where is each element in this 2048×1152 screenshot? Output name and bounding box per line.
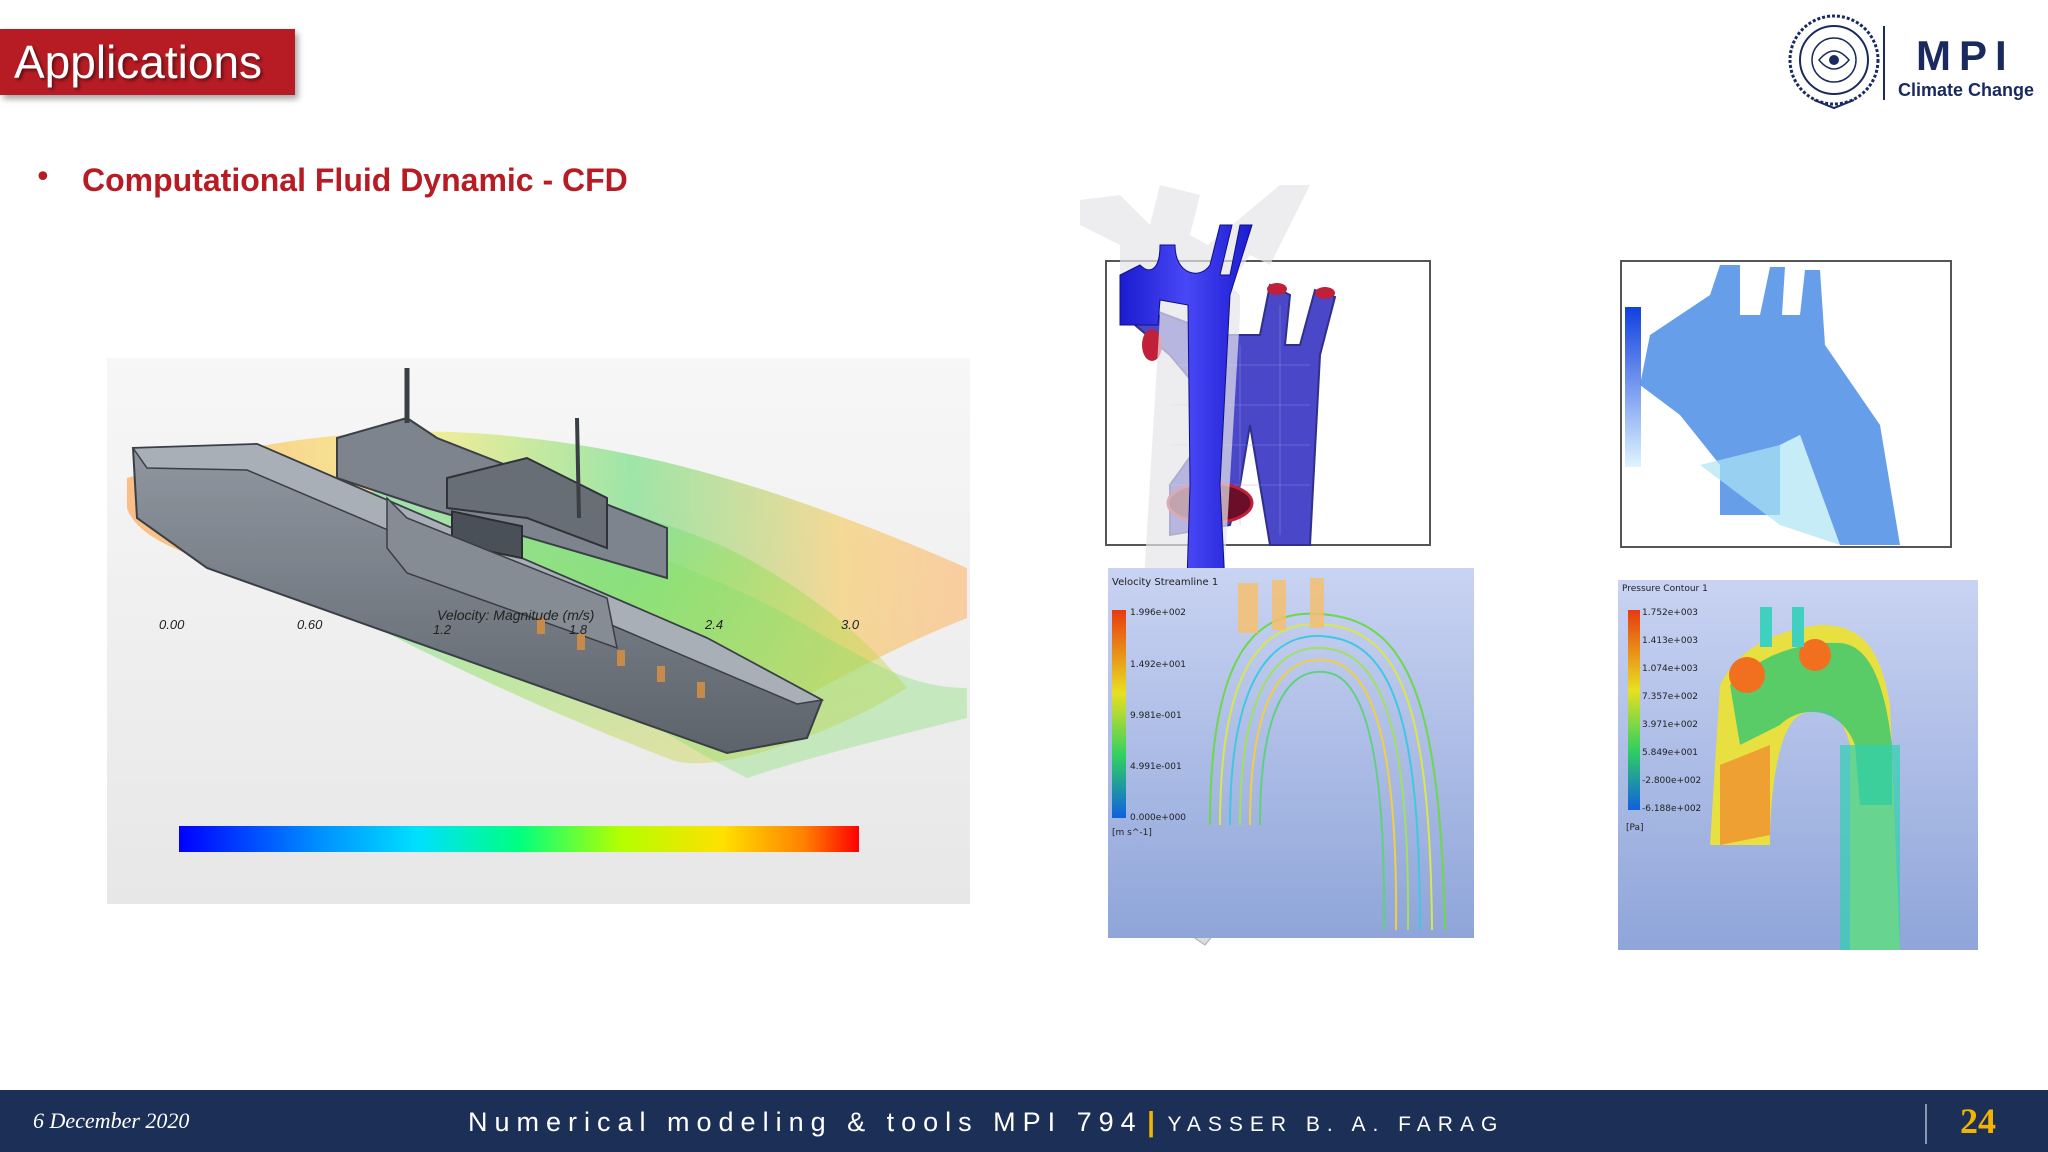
pressure-tick-3: 7.357e+002 bbox=[1642, 692, 1698, 702]
footer-separator: | bbox=[1147, 1106, 1155, 1137]
velocity-tick-1: 1.492e+001 bbox=[1130, 660, 1186, 670]
footer-bar: 6 December 2020 Numerical modeling & too… bbox=[0, 1090, 2048, 1152]
ship-tick-5: 3.0 bbox=[841, 617, 860, 632]
bullet-marker: • bbox=[34, 160, 52, 195]
pressure-tick-2: 1.074e+003 bbox=[1642, 664, 1698, 674]
pressure-tick-1: 1.413e+003 bbox=[1642, 636, 1698, 646]
emblem-seal-icon bbox=[1788, 14, 1880, 110]
ship-cfd-figure: Velocity: Magnitude (m/s) 0.00 0.60 1.2 … bbox=[107, 358, 970, 904]
pressure-tick-7: -6.188e+002 bbox=[1642, 804, 1701, 814]
footer-course: Numerical modeling & tools MPI 794 bbox=[468, 1107, 1143, 1137]
logo-mpi-text: MPI bbox=[1916, 32, 2015, 79]
pressure-legend-title: Pressure Contour 1 bbox=[1622, 584, 1708, 594]
vessel-cfd-figure: Velocity Streamline 1 1.996e+002 1.492e+… bbox=[1080, 185, 1978, 950]
footer-date: 6 December 2020 bbox=[33, 1108, 190, 1133]
velocity-tick-0: 1.996e+002 bbox=[1130, 608, 1186, 618]
page-number: 24 bbox=[1960, 1101, 1996, 1141]
ship-tick-3: 1.8 bbox=[569, 622, 588, 637]
section-title-box: Applications bbox=[0, 29, 295, 95]
footer-author: YASSER B. A. FARAG bbox=[1167, 1113, 1505, 1136]
ship-tick-1: 0.60 bbox=[297, 617, 323, 632]
ship-colorbar bbox=[179, 826, 859, 852]
ship-tick-0: 0.00 bbox=[159, 617, 185, 632]
velocity-colorbar bbox=[1112, 610, 1126, 818]
velocity-tick-3: 4.991e-001 bbox=[1130, 762, 1182, 772]
footer-divider bbox=[1925, 1104, 1927, 1144]
velocity-tick-2: 9.981e-001 bbox=[1130, 711, 1182, 721]
pressure-tick-4: 3.971e+002 bbox=[1642, 720, 1698, 730]
mpi-logo: MPI Climate Change bbox=[1780, 12, 2034, 112]
pressure-unit: [Pa] bbox=[1626, 823, 1644, 833]
pressure-colorbar bbox=[1628, 610, 1640, 810]
ship-tick-4: 2.4 bbox=[704, 617, 723, 632]
pressure-tick-6: -2.800e+002 bbox=[1642, 776, 1701, 786]
velocity-legend-title: Velocity Streamline 1 bbox=[1112, 577, 1218, 588]
velocity-tick-4: 0.000e+000 bbox=[1130, 813, 1186, 823]
pressure-tick-5: 5.849e+001 bbox=[1642, 748, 1698, 758]
ship-legend-title: Velocity: Magnitude (m/s) bbox=[437, 607, 594, 623]
section-title: Applications bbox=[14, 36, 263, 88]
logo-subtitle: Climate Change bbox=[1898, 80, 2035, 100]
velocity-unit: [m s^-1] bbox=[1112, 828, 1152, 838]
footer-course-line: Numerical modeling & tools MPI 794 | YAS… bbox=[468, 1106, 1504, 1138]
ship-tick-2: 1.2 bbox=[433, 622, 452, 637]
logo-divider bbox=[1883, 26, 1885, 100]
bullet-text: Computational Fluid Dynamic - CFD bbox=[82, 162, 628, 198]
pressure-tick-0: 1.752e+003 bbox=[1642, 608, 1698, 618]
